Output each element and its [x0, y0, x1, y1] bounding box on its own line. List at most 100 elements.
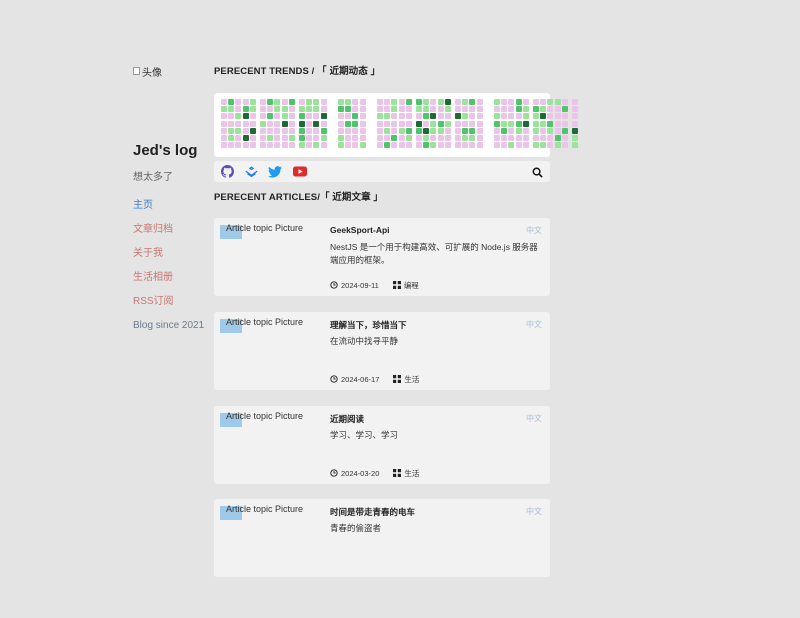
contribution-cell — [306, 99, 313, 105]
contribution-cell — [455, 135, 461, 141]
contribution-cell — [338, 99, 344, 105]
contribution-cell — [288, 106, 295, 113]
article-card[interactable]: Article topic Picture 理解当下，珍惜当下 中文 在流动中找… — [214, 312, 550, 390]
contribution-cell — [501, 127, 508, 134]
contribution-cell — [540, 127, 547, 134]
contribution-cell — [242, 113, 249, 120]
contribution-cell — [260, 135, 266, 141]
contribution-cell — [228, 113, 235, 120]
contribution-cell — [274, 113, 281, 120]
contribution-cell — [462, 127, 469, 134]
contribution-cell — [533, 142, 539, 149]
article-category[interactable]: 生活 — [404, 468, 419, 479]
contribution-cell — [476, 106, 483, 113]
contribution-cell — [469, 127, 476, 134]
contribution-cell — [221, 113, 227, 120]
contribution-cell — [384, 120, 391, 127]
contribution-cell — [242, 135, 249, 141]
contribution-cell — [476, 120, 483, 127]
trends-title: PERECENT TRENDS / 「 近期动态 」 — [214, 66, 381, 77]
contribution-cell — [494, 142, 500, 149]
contribution-cell — [533, 127, 539, 134]
contribution-cell — [228, 106, 235, 113]
contribution-cell — [508, 113, 515, 120]
contribution-cell — [260, 127, 266, 134]
nav-about[interactable]: 关于我 — [133, 248, 208, 272]
article-thumbnail: Article topic Picture — [220, 223, 330, 239]
contribution-cell — [260, 142, 266, 149]
contribution-cell — [267, 142, 274, 149]
article-thumbnail: Article topic Picture — [220, 411, 330, 427]
contribution-cell — [572, 113, 578, 120]
contribution-cell — [455, 127, 461, 134]
language-badge: 中文 — [526, 414, 542, 423]
nav-rss[interactable]: RSS订阅 — [133, 296, 208, 320]
nav-album[interactable]: 生活相册 — [133, 272, 208, 296]
site-title[interactable]: Jed's log — [133, 142, 208, 159]
article-card[interactable]: Article topic Picture GeekSport-Api 中文 N… — [214, 218, 550, 296]
article-title[interactable]: 近期阅读 — [330, 413, 364, 425]
contribution-cell — [267, 99, 274, 105]
contribution-cell — [281, 127, 288, 134]
article-title[interactable]: 理解当下，珍惜当下 — [330, 319, 407, 331]
contribution-cell — [299, 99, 305, 105]
clock-icon — [330, 280, 338, 291]
contribution-cell — [398, 106, 405, 113]
article-card[interactable]: Article topic Picture 时间是带走青春的电车 中文 青春的偷… — [214, 499, 550, 577]
contribution-cell — [416, 106, 422, 113]
contribution-cell — [405, 127, 412, 134]
contribution-cell — [405, 120, 412, 127]
article-title[interactable]: GeekSport-Api — [330, 225, 390, 235]
contribution-cell — [540, 142, 547, 149]
article-category[interactable]: 生活 — [404, 374, 419, 385]
contribution-cell — [281, 99, 288, 105]
contribution-cell — [345, 120, 352, 127]
contribution-cell — [235, 106, 242, 113]
contribution-cell — [416, 142, 422, 149]
article-meta: 2024-09-11 编程 — [330, 280, 419, 291]
contribution-cell — [377, 142, 383, 149]
contribution-cell — [554, 127, 561, 134]
contribution-cell — [561, 106, 568, 113]
github-icon[interactable] — [220, 165, 234, 178]
contribution-cell — [313, 113, 320, 120]
language-badge: 中文 — [526, 507, 542, 516]
contribution-cell — [249, 113, 256, 120]
article-card[interactable]: Article topic Picture 近期阅读 中文 学习、学习、学习 2… — [214, 406, 550, 484]
contribution-cell — [338, 120, 344, 127]
contribution-cell — [274, 142, 281, 149]
juejin-icon[interactable] — [244, 165, 258, 178]
broken-image-icon — [133, 67, 140, 75]
contribution-cell — [423, 135, 430, 141]
article-meta: 2024-03-20 生活 — [330, 468, 419, 479]
search-icon[interactable] — [532, 165, 545, 178]
twitter-icon[interactable] — [268, 165, 282, 178]
contribution-cell — [391, 99, 398, 105]
contribution-cell — [547, 135, 554, 141]
contribution-cell — [423, 106, 430, 113]
contribution-cell — [228, 99, 235, 105]
contribution-cell — [391, 142, 398, 149]
contribution-cell — [522, 120, 529, 127]
contribution-cell — [242, 106, 249, 113]
article-title[interactable]: 时间是带走青春的电车 — [330, 506, 415, 518]
social-toolbar — [214, 161, 550, 182]
nav-home[interactable]: 主页 — [133, 200, 208, 224]
contribution-cell — [501, 142, 508, 149]
nav-archive[interactable]: 文章归档 — [133, 224, 208, 248]
contribution-cell — [267, 113, 274, 120]
article-category[interactable]: 编程 — [404, 280, 419, 291]
contribution-cell — [540, 113, 547, 120]
contribution-cell — [476, 142, 483, 149]
sidebar-nav: 主页 文章归档 关于我 生活相册 RSS订阅 Blog since 2021 — [133, 200, 208, 344]
contribution-cell — [306, 142, 313, 149]
category-icon — [393, 374, 402, 385]
contribution-cell — [228, 142, 235, 149]
contribution-cell — [384, 142, 391, 149]
contribution-cell — [306, 135, 313, 141]
contribution-cell — [533, 120, 539, 127]
language-badge: 中文 — [526, 226, 542, 235]
contribution-cell — [476, 113, 483, 120]
contribution-cell — [437, 113, 444, 120]
youtube-icon[interactable] — [293, 165, 307, 178]
